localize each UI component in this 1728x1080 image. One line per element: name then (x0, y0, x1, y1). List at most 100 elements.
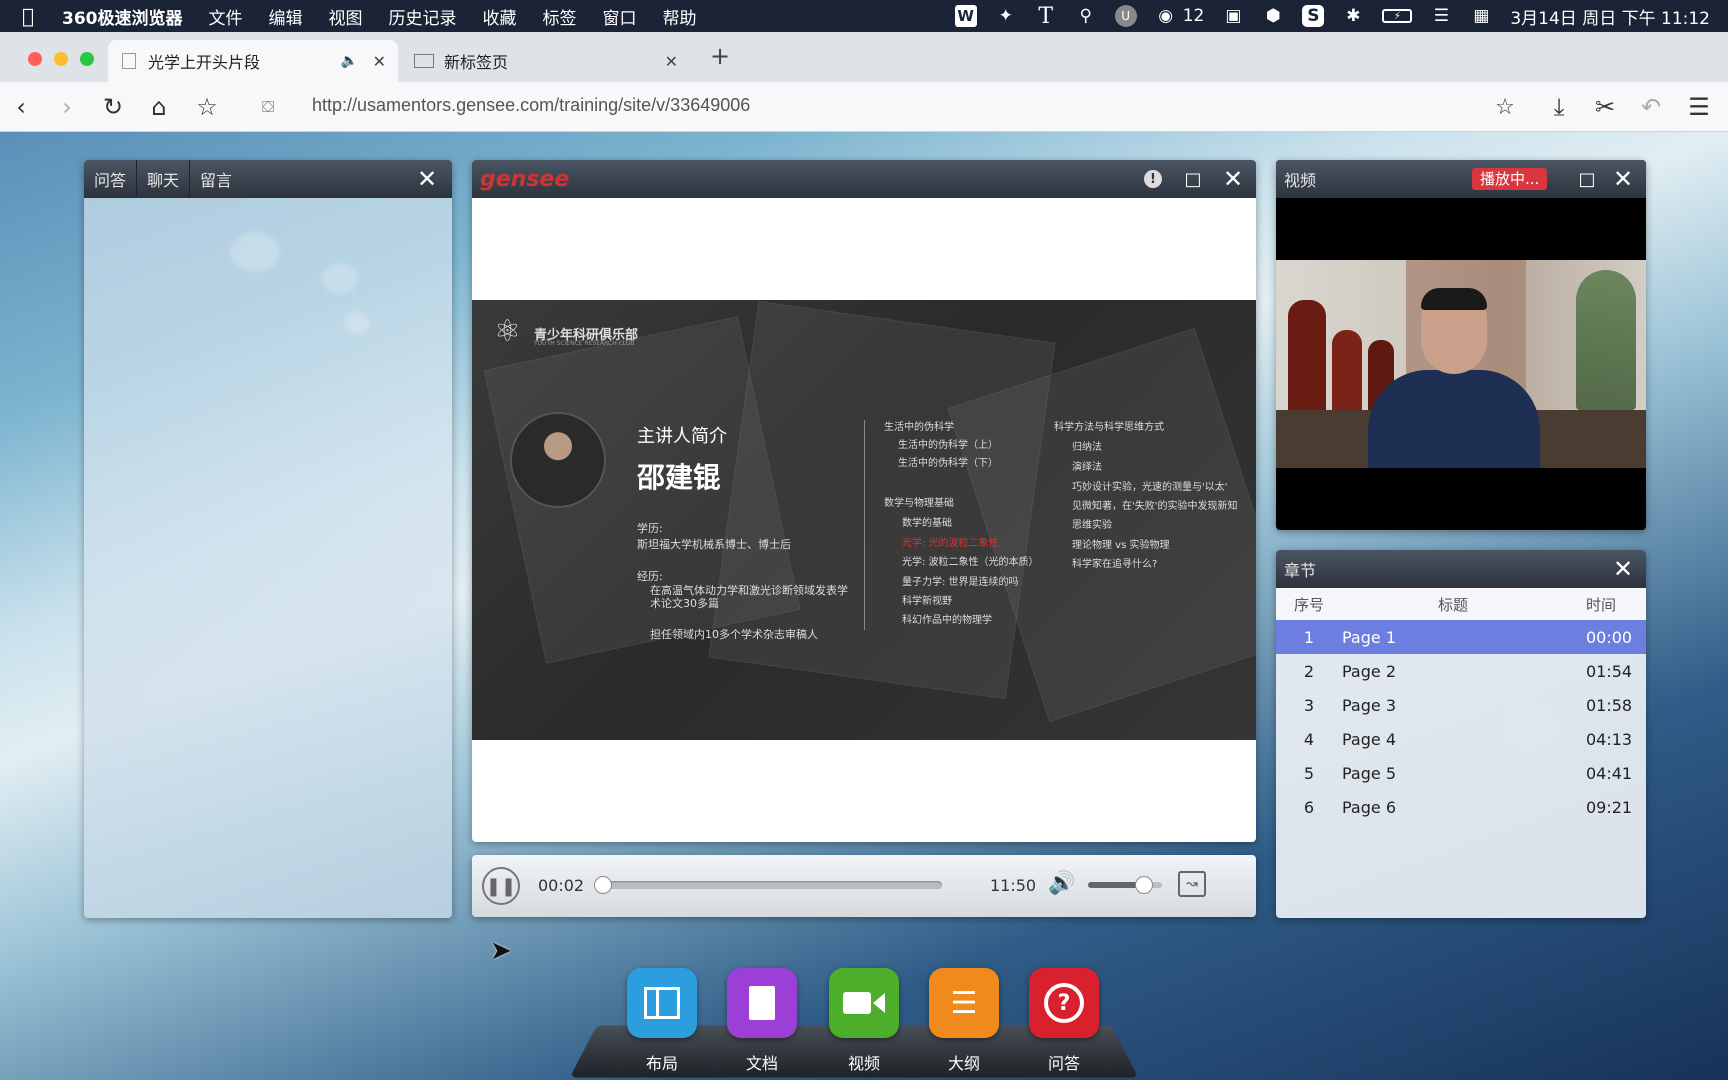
dock-video-button[interactable]: 视频 (828, 968, 900, 1074)
section-item: 巧妙设计实验，光速的测量与'以太' (1072, 482, 1228, 493)
gensee-logo: gensee (480, 166, 570, 192)
apple-icon[interactable]:  (22, 4, 58, 28)
maximize-icon[interactable]: □ (1178, 164, 1208, 194)
tab-message[interactable]: 留言 (190, 160, 242, 198)
chapter-time: 04:13 (1586, 729, 1633, 749)
presentation-slide: ⚛ 青少年科研俱乐部 YOUTH SCIENCE RESEARCH CLUB 主… (472, 300, 1256, 740)
tab-new[interactable]: 新标签页 ✕ (400, 40, 690, 82)
bookmark-star-icon[interactable]: ☆ (192, 92, 222, 122)
sync-icon[interactable]: ↝ (1178, 871, 1206, 897)
battery-icon[interactable]: ⚡ (1382, 9, 1413, 23)
menu-tabs[interactable]: 标签 (543, 4, 577, 29)
pause-button[interactable]: ❚❚ (482, 867, 520, 905)
document-panel-header: gensee ! □ ✕ (472, 160, 1256, 198)
undo-icon[interactable]: ↶ (1636, 92, 1666, 122)
chapter-number: 1 (1303, 627, 1315, 647)
shield-icon[interactable]: ⬢ (1262, 5, 1284, 27)
url-text[interactable]: http://usamentors.gensee.com/training/si… (312, 95, 750, 116)
reload-icon[interactable]: ↻ (98, 92, 128, 122)
intro-title: 主讲人简介 (637, 426, 727, 447)
volume-track[interactable] (1088, 876, 1162, 894)
zoom-window-button[interactable] (80, 52, 94, 66)
close-window-button[interactable] (28, 52, 42, 66)
close-icon[interactable]: ✕ (1608, 164, 1638, 194)
chapter-row[interactable]: 4 Page 4 04:13 (1276, 722, 1646, 756)
user-shield-icon[interactable]: U (1114, 5, 1137, 27)
tab-qa[interactable]: 问答 (84, 160, 138, 198)
info-icon[interactable]: ! (1138, 164, 1168, 194)
forward-icon[interactable]: › (52, 92, 82, 122)
video-panel: 视频 播放中... □ ✕ (1276, 160, 1646, 530)
menu-history[interactable]: 历史记录 (389, 4, 457, 29)
volume-icon[interactable]: 🔊 (1048, 871, 1075, 896)
menu-help[interactable]: 帮助 (663, 4, 697, 29)
maximize-icon[interactable]: □ (1572, 164, 1602, 194)
chapter-time: 01:54 (1586, 661, 1633, 681)
menu-window[interactable]: 窗口 (603, 4, 637, 29)
tab-active[interactable]: 光学上开头片段 🔈 ✕ (108, 40, 398, 82)
wechat-icon[interactable]: ◉ (1155, 5, 1177, 27)
chapter-row[interactable]: 3 Page 3 01:58 (1276, 688, 1646, 722)
menu-view[interactable]: 视图 (329, 4, 363, 29)
minimize-window-button[interactable] (54, 52, 68, 66)
section-item: 见微知著，在'失败'的实验中发现新知 (1072, 501, 1238, 512)
duration: 11:50 (990, 876, 1037, 895)
section-item: 科学家在追寻什么? (1072, 559, 1158, 570)
dock-label: 文档 (745, 1054, 778, 1073)
feather-icon[interactable]: ✦ (995, 5, 1017, 27)
menu-file[interactable]: 文件 (209, 4, 243, 29)
chapter-row[interactable]: 1 Page 1 00:00 (1276, 620, 1646, 654)
speaker-name: 邵建锟 (637, 461, 722, 494)
close-tab-icon[interactable]: ✕ (665, 52, 678, 71)
close-icon[interactable]: ✕ (1608, 554, 1638, 584)
security-shield-icon[interactable]: ⛋ (262, 97, 274, 117)
column-header: 序号 (1293, 595, 1324, 614)
chapter-panel: 章节 ✕ 序号 标题 时间 1 Page 1 00:00 2 Page 2 01… (1276, 550, 1646, 918)
new-tab-button[interactable]: + (710, 42, 730, 70)
screenshot-scissors-icon[interactable]: ✂ (1590, 92, 1620, 122)
section-item: 思维实验 (1072, 520, 1112, 531)
download-icon[interactable]: ⤓ (1544, 92, 1574, 122)
screen-icon[interactable]: ▣ (1222, 5, 1244, 27)
dock-label: 视频 (847, 1054, 880, 1073)
back-icon[interactable]: ‹ (6, 92, 36, 122)
close-icon[interactable]: ✕ (412, 164, 442, 194)
dock-qa-button[interactable]: ? 问答 (1028, 968, 1100, 1074)
volume-handle[interactable] (1134, 876, 1153, 894)
column-header: 标题 (1438, 595, 1469, 614)
menu-app-name[interactable]: 360极速浏览器 (62, 4, 183, 29)
close-icon[interactable]: ✕ (1218, 164, 1248, 194)
close-tab-icon[interactable]: ✕ (373, 52, 386, 71)
chapter-row[interactable]: 2 Page 2 01:54 (1276, 654, 1646, 688)
chapter-title-cell: Page 2 (1342, 661, 1396, 681)
qa-panel-header: 问答 聊天 留言 ✕ (84, 160, 452, 198)
section-item: 演绎法 (1072, 462, 1102, 473)
dock-layout-button[interactable]: 布局 (626, 968, 698, 1074)
education-text: 斯坦福大学机械系博士、博士后 (637, 538, 791, 551)
progress-handle[interactable] (594, 876, 613, 894)
search-status-icon[interactable]: ⚲ (1075, 5, 1097, 27)
home-icon[interactable]: ⌂ (144, 92, 174, 122)
dock-outline-button[interactable]: ☰ 大纲 (928, 968, 1000, 1074)
progress-track[interactable] (594, 876, 942, 894)
webcam-video[interactable] (1276, 260, 1646, 468)
bluetooth-icon[interactable]: ✱ (1342, 5, 1364, 27)
text-tool-icon[interactable]: T (1035, 4, 1057, 29)
control-center-icon[interactable]: ▦ (1470, 5, 1492, 27)
tab-chat[interactable]: 聊天 (137, 160, 191, 198)
section-item: 数学的基础 (902, 518, 952, 529)
menubar-datetime[interactable]: 3月14日 周日 下午 11:12 (1510, 4, 1710, 29)
player-controls: ❚❚ 00:02 11:50 🔊 ↝ (472, 855, 1256, 917)
dock-document-button[interactable]: 文档 (726, 968, 798, 1074)
chapter-row[interactable]: 6 Page 6 09:21 (1276, 790, 1646, 824)
wps-icon[interactable]: W (954, 5, 977, 27)
s-app-icon[interactable]: S (1302, 5, 1325, 27)
chapter-row[interactable]: 5 Page 5 04:41 (1276, 756, 1646, 790)
playing-badge: 播放中... (1472, 168, 1548, 190)
menu-edit[interactable]: 编辑 (269, 4, 303, 29)
menu-bookmarks[interactable]: 收藏 (483, 4, 517, 29)
favorite-star-icon[interactable]: ☆ (1490, 92, 1520, 122)
wifi-icon[interactable]: ☰ (1430, 5, 1452, 27)
menu-icon[interactable]: ☰ (1684, 92, 1714, 122)
speaker-icon[interactable]: 🔈 (341, 53, 358, 69)
